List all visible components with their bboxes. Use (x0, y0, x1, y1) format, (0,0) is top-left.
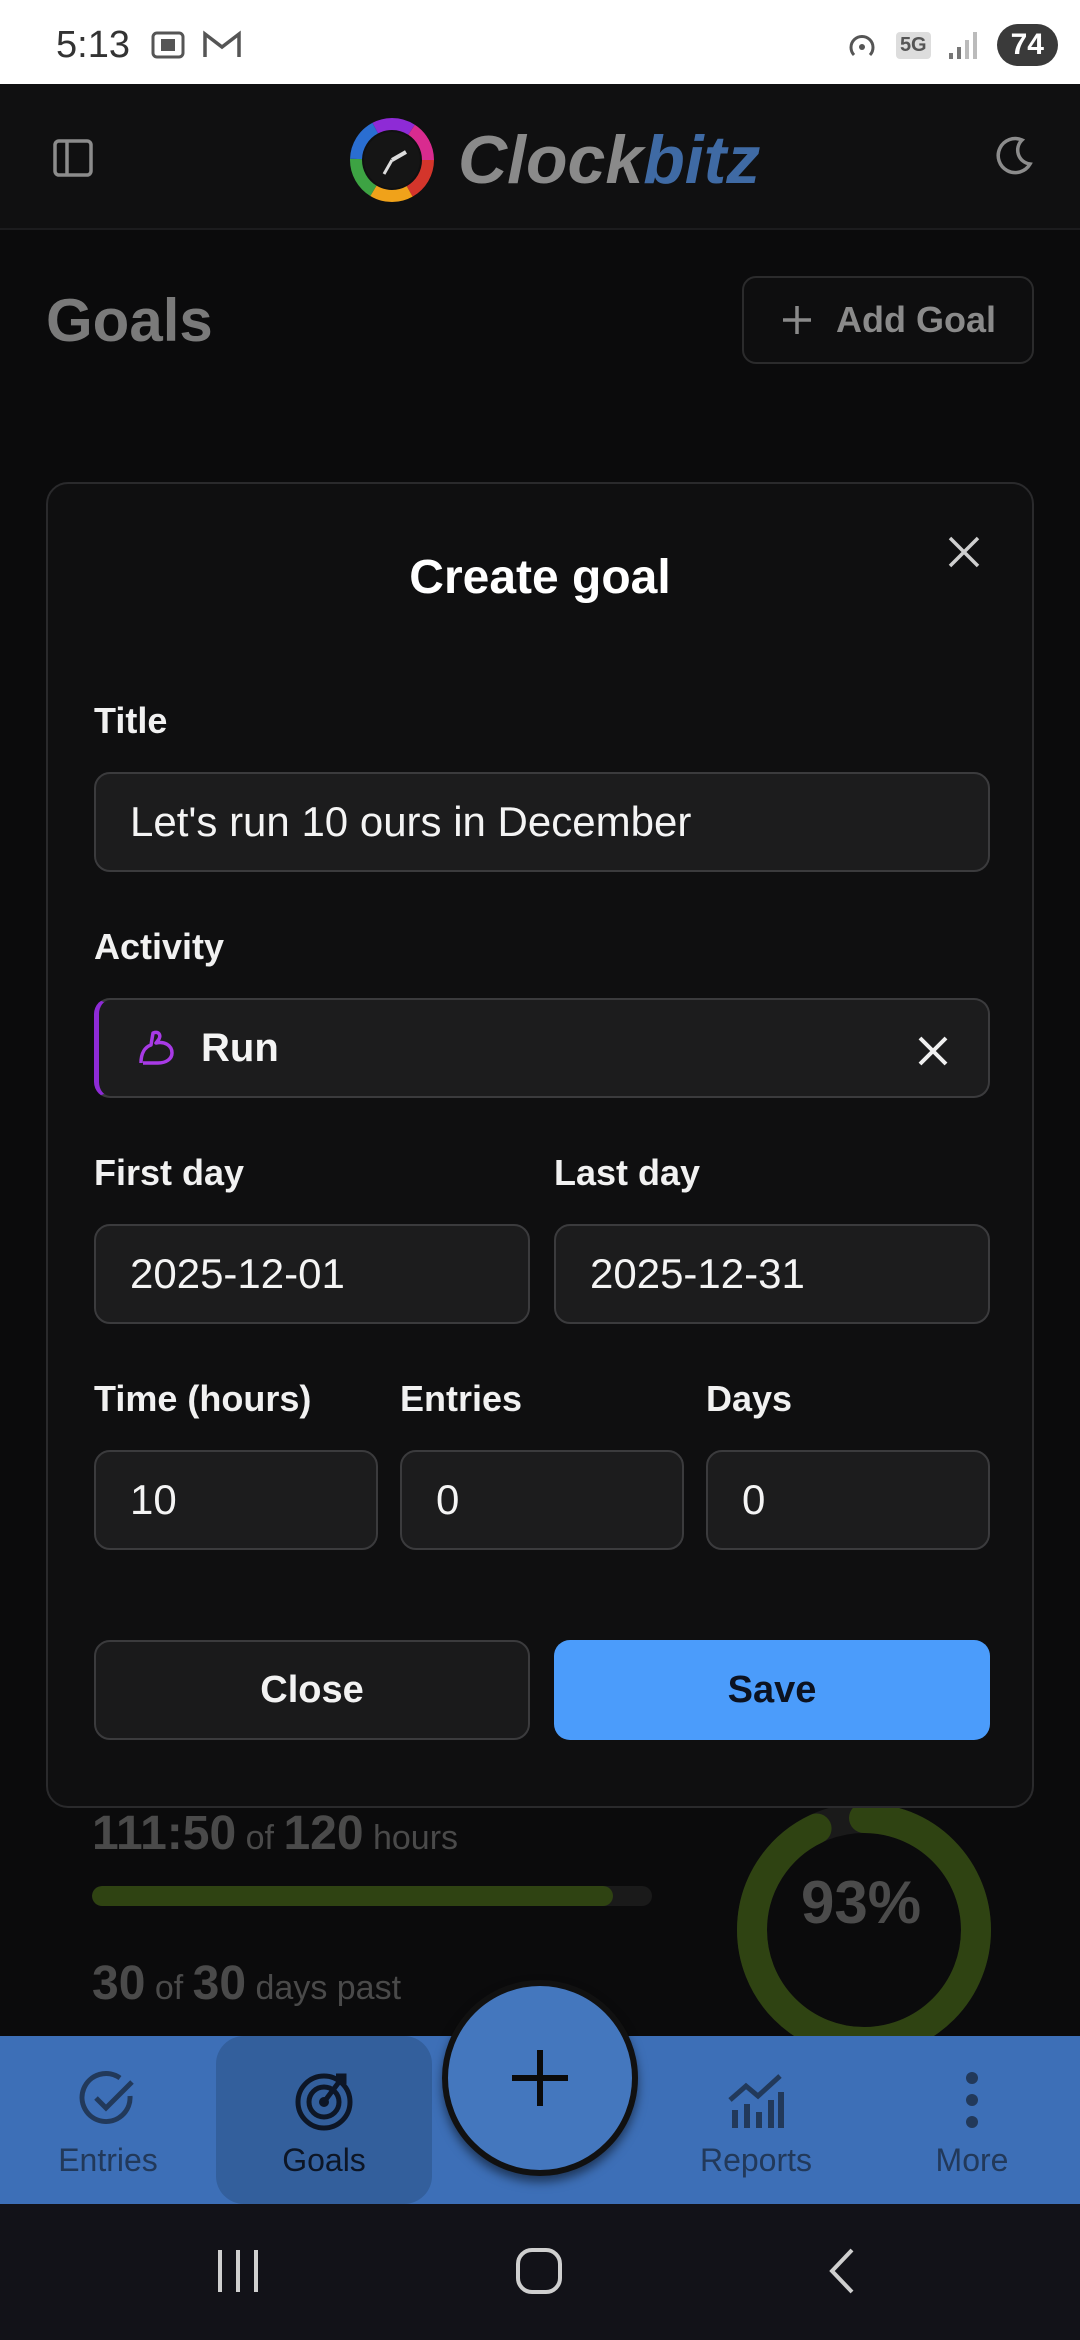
chart-icon (728, 2074, 784, 2128)
home-icon[interactable] (514, 2246, 564, 2301)
activity-label: Activity (94, 926, 225, 967)
moon-icon[interactable] (992, 134, 1036, 183)
clear-activity-icon[interactable] (916, 1030, 950, 1078)
add-goal-button[interactable]: Add Goal (742, 276, 1034, 364)
page-title: Goals (46, 287, 213, 354)
plus-icon (783, 306, 811, 334)
create-goal-dialog: Create goal Title Let's run 10 ours in D… (46, 482, 1034, 1808)
nav-goals-label: Goals (282, 2142, 366, 2178)
entries-input[interactable]: 0 (400, 1450, 684, 1550)
nav-entries-label: Entries (58, 2142, 158, 2178)
first-day-label: First day (94, 1152, 245, 1193)
arm-icon (139, 1030, 174, 1065)
nav-goals[interactable]: Goals (216, 2036, 432, 2204)
days-label: Days (706, 1378, 793, 1419)
status-time: 5:13 (56, 24, 130, 66)
signal-icon (948, 32, 977, 59)
nav-more-label: More (935, 2142, 1009, 2178)
activity-select[interactable]: Run (94, 998, 990, 1098)
clock-logo-icon (350, 118, 434, 202)
sidebar-toggle-icon[interactable] (52, 138, 94, 183)
gmail-icon (203, 30, 241, 57)
last-day-input[interactable]: 2025-12-31 (554, 1224, 990, 1324)
brand-name: Clockbitz (458, 122, 761, 198)
goal-hours: 111:50 of 120 hours (92, 1807, 459, 1860)
close-button[interactable]: Close (94, 1640, 530, 1740)
nav-reports[interactable]: Reports (648, 2036, 864, 2204)
battery-level: 74 (996, 24, 1058, 66)
last-day-label: Last day (554, 1152, 701, 1193)
title-label: Title (94, 700, 168, 741)
time-label: Time (hours) (94, 1378, 312, 1419)
network-type: 5G (895, 31, 931, 59)
time-input[interactable]: 10 (94, 1450, 378, 1550)
first-day-input[interactable]: 2025-12-01 (94, 1224, 530, 1324)
system-navigation (0, 2204, 1080, 2340)
days-input[interactable]: 0 (706, 1450, 990, 1550)
goal-days: 30 of 30 days past (92, 1957, 402, 2010)
screenshot-icon (151, 31, 185, 59)
save-button[interactable]: Save (554, 1640, 990, 1740)
hotspot-icon (849, 35, 875, 57)
more-vertical-icon (966, 2072, 978, 2128)
plus-icon (512, 2050, 568, 2106)
add-goal-label: Add Goal (836, 299, 996, 340)
recents-icon[interactable] (214, 2246, 262, 2301)
back-icon[interactable] (822, 2246, 862, 2301)
add-entry-fab[interactable] (442, 1980, 638, 2176)
goal-percent: 93% (800, 1869, 922, 1936)
status-bar: 5:13 5G 74 (0, 0, 1080, 84)
entries-label: Entries (400, 1378, 523, 1419)
app-logo: Clockbitz (350, 118, 760, 202)
nav-reports-label: Reports (699, 2142, 813, 2178)
close-icon[interactable] (946, 534, 982, 575)
activity-name: Run (201, 1025, 279, 1070)
title-input[interactable]: Let's run 10 ours in December (94, 772, 990, 872)
target-icon (295, 2073, 353, 2131)
dialog-title: Create goal (409, 551, 671, 604)
check-circle-icon (79, 2071, 134, 2124)
app-header: Clockbitz (0, 84, 1080, 230)
nav-more[interactable]: More (864, 2036, 1080, 2204)
goal-progress-bar (92, 1886, 652, 1906)
nav-entries[interactable]: Entries (0, 2036, 216, 2204)
